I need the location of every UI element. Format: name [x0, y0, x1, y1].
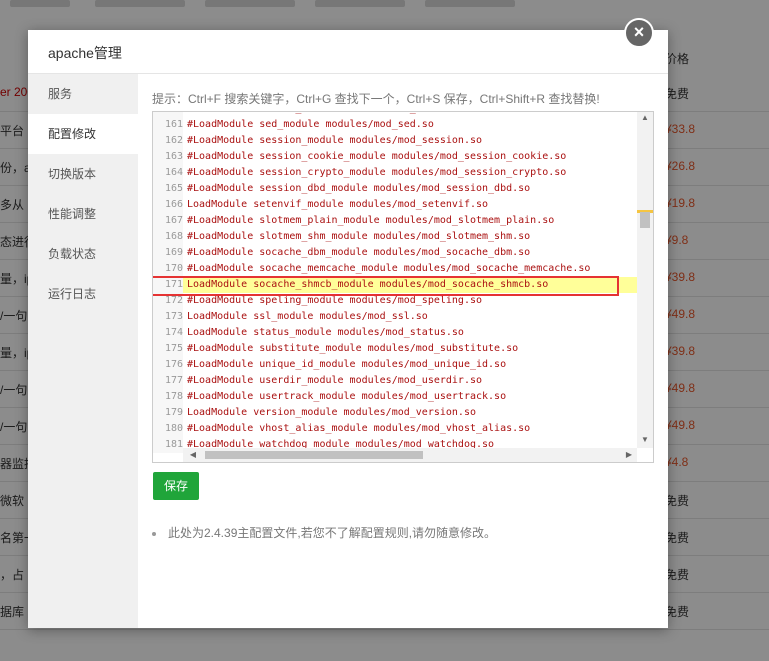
- code-line[interactable]: 170 #LoadModule socache_memcache_module m…: [153, 261, 637, 277]
- code-line[interactable]: 175 #LoadModule substitute_module modules…: [153, 341, 637, 357]
- close-icon[interactable]: ×: [624, 18, 654, 48]
- code-line[interactable]: 167 #LoadModule slotmem_plain_module modu…: [153, 213, 637, 229]
- code-text[interactable]: #LoadModule userdir_module modules/mod_u…: [187, 373, 482, 389]
- code-text[interactable]: LoadModule setenvif_module modules/mod_s…: [187, 197, 488, 213]
- line-number: 170: [153, 261, 183, 277]
- code-text[interactable]: LoadModule version_module modules/mod_ve…: [187, 405, 476, 421]
- dialog-title: apache管理: [48, 45, 122, 61]
- code-line[interactable]: 180 #LoadModule vhost_alias_module module…: [153, 421, 637, 437]
- code-line[interactable]: 178 #LoadModule usertrack_module modules/…: [153, 389, 637, 405]
- code-text[interactable]: #LoadModule slotmem_shm_module modules/m…: [187, 229, 530, 245]
- horizontal-scroll-thumb[interactable]: [205, 451, 423, 459]
- config-content: 提示：Ctrl+F 搜索关键字，Ctrl+G 查找下一个，Ctrl+S 保存，C…: [138, 74, 668, 628]
- line-number: 169: [153, 245, 183, 261]
- code-text[interactable]: #LoadModule session_cookie_module module…: [187, 149, 566, 165]
- code-line[interactable]: 168 #LoadModule slotmem_shm_module module…: [153, 229, 637, 245]
- line-number: 164: [153, 165, 183, 181]
- line-number: 175: [153, 341, 183, 357]
- code-line[interactable]: 174 LoadModule status_module modules/mod_…: [153, 325, 637, 341]
- vertical-scrollbar[interactable]: ▲ ▼: [637, 112, 653, 448]
- line-number: 167: [153, 213, 183, 229]
- scroll-down-arrow-icon[interactable]: ▼: [637, 434, 653, 446]
- code-text[interactable]: LoadModule status_module modules/mod_sta…: [187, 325, 464, 341]
- code-line[interactable]: 163 #LoadModule session_cookie_module mod…: [153, 149, 637, 165]
- code-text[interactable]: #LoadModule session_dbd_module modules/m…: [187, 181, 530, 197]
- line-number: 181: [153, 437, 183, 453]
- dialog-header: apache管理: [28, 30, 668, 74]
- line-number: 174: [153, 325, 183, 341]
- line-number: 179: [153, 405, 183, 421]
- save-button[interactable]: 保存: [153, 472, 199, 500]
- code-line[interactable]: 179 LoadModule version_module modules/mod…: [153, 405, 637, 421]
- scroll-left-arrow-icon[interactable]: ◀: [187, 448, 199, 462]
- line-number: 161: [153, 117, 183, 133]
- code-text[interactable]: #LoadModule socache_memcache_module modu…: [187, 261, 590, 277]
- code-line[interactable]: 169 #LoadModule socache_dbm_module module…: [153, 245, 637, 261]
- line-number: 165: [153, 181, 183, 197]
- code-line[interactable]: 165 #LoadModule session_dbd_module module…: [153, 181, 637, 197]
- code-text[interactable]: #LoadModule vhost_alias_module modules/m…: [187, 421, 530, 437]
- apache-dialog: apache管理 服务 配置修改 切换版本 性能调整 负载状态 运行日志 提示：…: [28, 30, 668, 628]
- line-number: 177: [153, 373, 183, 389]
- line-number: 166: [153, 197, 183, 213]
- side-menu: 服务 配置修改 切换版本 性能调整 负载状态 运行日志: [28, 74, 138, 628]
- shortcut-tips: 提示：Ctrl+F 搜索关键字，Ctrl+G 查找下一个，Ctrl+S 保存，C…: [152, 92, 600, 106]
- code-text[interactable]: #LoadModule unique_id_module modules/mod…: [187, 357, 506, 373]
- line-number: 180: [153, 421, 183, 437]
- vertical-scroll-thumb[interactable]: [640, 212, 650, 228]
- code-line[interactable]: 176 #LoadModule unique_id_module modules/…: [153, 357, 637, 373]
- code-line[interactable]: 162 #LoadModule session_module modules/mo…: [153, 133, 637, 149]
- code-line[interactable]: 166 LoadModule setenvif_module modules/mo…: [153, 197, 637, 213]
- code-editor[interactable]: 160LoadModule rewrite_module modules/mod…: [152, 111, 654, 463]
- code-text[interactable]: #LoadModule session_module modules/mod_s…: [187, 133, 482, 149]
- code-text[interactable]: #LoadModule socache_dbm_module modules/m…: [187, 245, 530, 261]
- line-number: 176: [153, 357, 183, 373]
- code-line[interactable]: 161 #LoadModule sed_module modules/mod_se…: [153, 117, 637, 133]
- line-number: 168: [153, 229, 183, 245]
- config-note-text: 此处为2.4.39主配置文件,若您不了解配置规则,请勿随意修改。: [168, 526, 497, 540]
- line-number: 162: [153, 133, 183, 149]
- code-text[interactable]: #LoadModule sed_module modules/mod_sed.s…: [187, 117, 434, 133]
- code-line[interactable]: 177 #LoadModule userdir_module modules/mo…: [153, 373, 637, 389]
- config-note: 此处为2.4.39主配置文件,若您不了解配置规则,请勿随意修改。: [152, 524, 496, 541]
- highlight-box: [153, 276, 619, 296]
- menu-item-performance[interactable]: 性能调整: [28, 194, 138, 234]
- menu-item-service[interactable]: 服务: [28, 74, 138, 114]
- code-text[interactable]: #LoadModule slotmem_plain_module modules…: [187, 213, 554, 229]
- code-line[interactable]: 164 #LoadModule session_crypto_module mod…: [153, 165, 637, 181]
- code-line[interactable]: 173 LoadModule ssl_module modules/mod_ssl…: [153, 309, 637, 325]
- code-text[interactable]: LoadModule ssl_module modules/mod_ssl.so: [187, 309, 428, 325]
- line-number: 173: [153, 309, 183, 325]
- horizontal-scrollbar[interactable]: ◀ ▶: [183, 448, 637, 462]
- scroll-right-arrow-icon[interactable]: ▶: [623, 448, 635, 462]
- line-number: 163: [153, 149, 183, 165]
- menu-item-run-log[interactable]: 运行日志: [28, 274, 138, 314]
- bullet-icon: [152, 531, 156, 536]
- menu-item-load-status[interactable]: 负载状态: [28, 234, 138, 274]
- code-text[interactable]: #LoadModule usertrack_module modules/mod…: [187, 389, 506, 405]
- line-number: 178: [153, 389, 183, 405]
- code-text[interactable]: #LoadModule session_crypto_module module…: [187, 165, 566, 181]
- menu-item-switch-version[interactable]: 切换版本: [28, 154, 138, 194]
- menu-item-config-edit[interactable]: 配置修改: [28, 114, 138, 154]
- scroll-up-arrow-icon[interactable]: ▲: [637, 112, 653, 124]
- code-text[interactable]: #LoadModule substitute_module modules/mo…: [187, 341, 518, 357]
